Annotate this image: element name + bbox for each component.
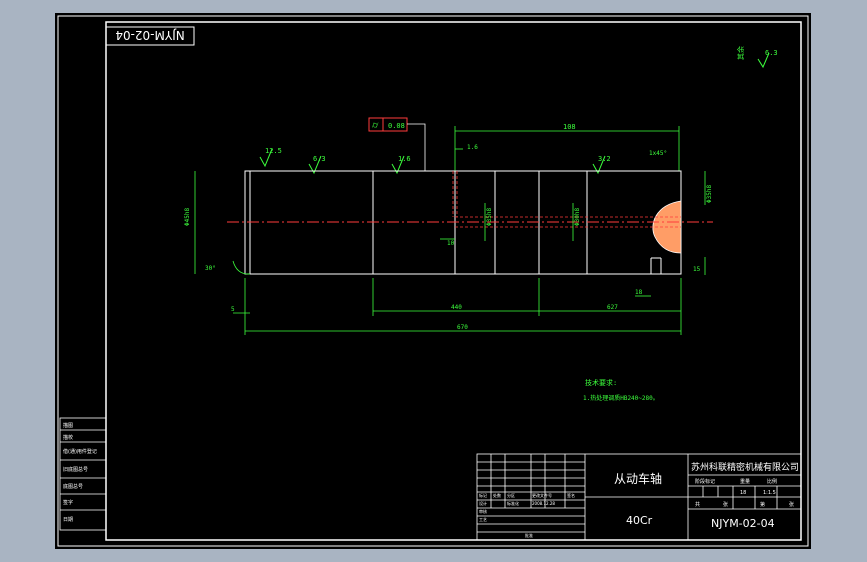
stage-label: 阶段标记 — [695, 478, 715, 485]
angle-arc — [232, 260, 251, 275]
tolerance-value: 0.08 — [388, 122, 405, 130]
cad-viewport[interactable]: NJYM-02-04 其余 6.3 ⌭ 0.08 12.5 6.3 1.6 3.… — [55, 13, 811, 549]
dims-length: 5 440 627 670 18 10 — [231, 238, 682, 335]
sheet-no: 第 — [760, 501, 765, 508]
part-name: 从动车轴 — [614, 471, 662, 486]
drawing-number-rotated: NJYM-02-04 — [115, 28, 184, 42]
surface-overall: 6.3 — [765, 49, 778, 57]
drawing-canvas: NJYM-02-04 其余 6.3 ⌭ 0.08 12.5 6.3 1.6 3.… — [57, 15, 809, 547]
side-label-1: 描图 — [63, 422, 73, 429]
design-label: 设计 — [479, 500, 487, 506]
dim-small-step: 1.6 — [467, 144, 478, 151]
scale: 1:1.5 — [763, 490, 776, 496]
roughness-1: 12.5 — [265, 147, 282, 155]
roughness-4: 3.2 — [598, 155, 611, 163]
sheet-unit-2: 张 — [789, 501, 794, 508]
approve-label: 批准 — [525, 532, 533, 538]
dim-left-dia: Φ45h8 — [184, 208, 191, 226]
dim-key-w: 18 — [635, 289, 643, 296]
company: 苏州科联精密机械有限公司 — [691, 461, 799, 473]
audit-label: 审核 — [479, 508, 487, 514]
dim-len-b: 627 — [607, 304, 618, 311]
weight-label: 重量 — [740, 478, 750, 485]
leader-line — [407, 123, 426, 171]
process-label: 工艺 — [479, 517, 487, 522]
dim-angle: 30° — [205, 265, 216, 272]
dim-right-end-dia: Φ35h8 — [706, 185, 713, 203]
dim-top: 108 1.6 1x45° — [454, 123, 680, 171]
dim-total: 670 — [457, 324, 468, 331]
side-label-3: 借(通)用件登记 — [63, 448, 97, 455]
notes-title: 技术要求: — [585, 378, 617, 387]
sheet-unit-1: 张 — [723, 501, 728, 508]
scale-label: 比例 — [767, 478, 777, 485]
dim-left-offset: 5 — [231, 306, 235, 313]
material: 40Cr — [626, 514, 653, 527]
surface-other-label: 其余 — [736, 46, 745, 60]
dim-right-dia-b: Φ30h8 — [574, 208, 581, 226]
notes-item1: 1.热处理调质HB240~280。 — [583, 394, 659, 402]
roughness-marks: 12.5 6.3 1.6 3.2 — [259, 147, 611, 175]
side-label-5: 底图总号 — [63, 483, 83, 490]
std-label: 标准化 — [507, 500, 519, 506]
row-label-2: 处数 — [493, 492, 501, 498]
row-label-1: 标记 — [479, 492, 487, 498]
drawing-no: NJYM-02-04 — [711, 517, 775, 530]
date-value: 2008.12.28 — [532, 501, 555, 506]
side-label-2: 描校 — [63, 434, 73, 441]
sheet-total: 共 — [695, 501, 700, 508]
dim-key-depth: 10 — [447, 240, 455, 247]
row-label-5: 签名 — [567, 492, 575, 498]
row-label-4: 更改文件号 — [532, 492, 552, 498]
side-label-6: 签字 — [63, 499, 73, 506]
row-label-3: 分区 — [507, 492, 515, 498]
shaft-body — [244, 170, 682, 275]
dim-top-length: 108 — [563, 123, 576, 131]
qty: 18 — [740, 490, 746, 496]
dim-key-h: 15 — [693, 266, 701, 273]
dims-diameter: Φ45h8 Φ35h8 Φ30h8 Φ35h8 15 — [184, 171, 713, 275]
side-label-4: 旧底图总号 — [63, 466, 88, 473]
tolerance-symbol: ⌭ — [372, 121, 379, 131]
side-label-7: 日期 — [63, 517, 73, 523]
dim-chamfer: 1x45° — [649, 150, 667, 157]
dim-right-dia-a: Φ35h8 — [486, 208, 493, 226]
dim-len-a: 440 — [451, 304, 462, 311]
